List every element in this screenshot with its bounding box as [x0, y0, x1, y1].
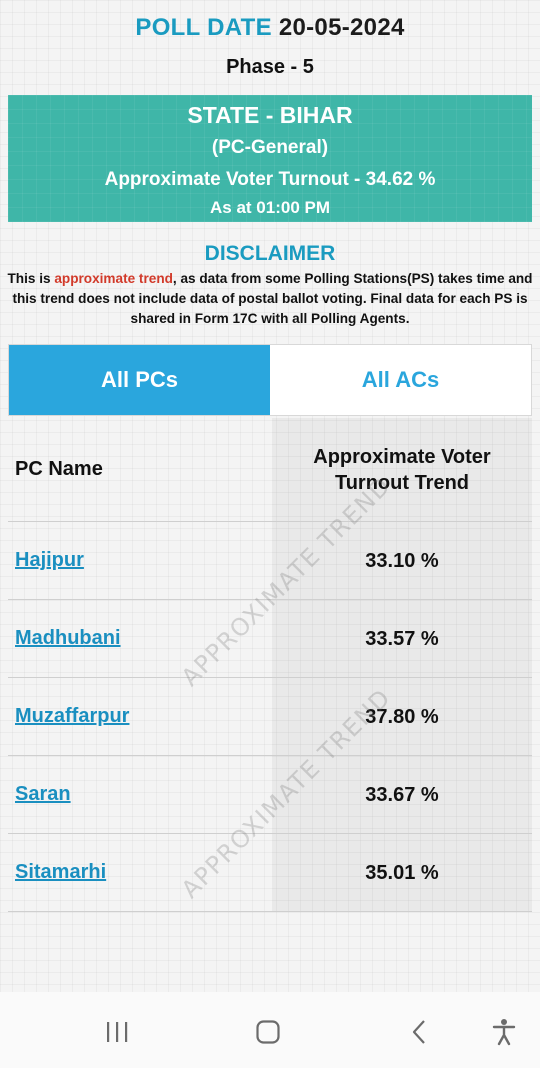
state-title: STATE - BIHAR	[187, 102, 353, 128]
turnout-value: 37.80 %	[272, 678, 532, 755]
disclaimer-title: DISCLAIMER	[204, 242, 336, 265]
header: POLL DATE 20-05-2024 Phase - 5	[0, 14, 540, 79]
table-row: Saran 33.67 %	[8, 756, 532, 834]
poll-date-line: POLL DATE 20-05-2024	[0, 14, 540, 42]
turnout-value: 33.10 %	[272, 522, 532, 599]
table-header-row: PC Name Approximate Voter Turnout Trend	[8, 418, 532, 522]
page: POLL DATE 20-05-2024 Phase - 5 STATE - B…	[0, 0, 540, 1068]
poll-date-value: 20-05-2024	[278, 14, 405, 41]
pc-link-hajipur[interactable]: Hajipur	[15, 549, 84, 572]
tab-bar: All PCs All ACs	[8, 344, 532, 416]
table-row: Hajipur 33.10 %	[8, 522, 532, 600]
turnout-value: 33.57 %	[272, 600, 532, 677]
disclaimer: DISCLAIMER This is approximate trend, as…	[0, 242, 540, 329]
turnout-value: 35.01 %	[272, 834, 532, 911]
disclaimer-text: This is approximate trend, as data from …	[5, 269, 535, 329]
system-navigation-bar	[0, 992, 540, 1068]
table-row: Madhubani 33.57 %	[8, 600, 532, 678]
pc-name-cell: Sitamarhi	[8, 834, 272, 911]
state-subtitle: (PC-General)	[211, 137, 329, 158]
table-row: Sitamarhi 35.01 %	[8, 834, 532, 912]
pc-name-cell: Saran	[8, 756, 272, 833]
pc-link-sitamarhi[interactable]: Sitamarhi	[15, 861, 106, 884]
state-turnout: Approximate Voter Turnout - 34.62 %	[104, 169, 436, 190]
turnout-table: PC Name Approximate Voter Turnout Trend …	[8, 418, 532, 912]
accessibility-icon[interactable]	[484, 1012, 524, 1052]
pc-name-cell: Madhubani	[8, 600, 272, 677]
column-header-pc-name: PC Name	[15, 458, 103, 480]
turnout-value: 33.67 %	[272, 756, 532, 833]
pc-name-cell: Muzaffarpur	[8, 678, 272, 755]
column-header-turnout: Approximate Voter Turnout Trend	[272, 418, 532, 521]
pc-link-saran[interactable]: Saran	[15, 783, 71, 806]
home-icon[interactable]	[248, 1012, 288, 1052]
disclaimer-text-before: This is	[7, 271, 55, 286]
column-header-turnout-text: Approximate Voter Turnout Trend	[313, 445, 491, 494]
recent-apps-icon[interactable]	[97, 1012, 137, 1052]
phase-label: Phase - 5	[226, 56, 314, 78]
tab-all-acs[interactable]: All ACs	[270, 345, 531, 415]
state-summary-box: STATE - BIHAR (PC-General) Approximate V…	[8, 95, 532, 222]
pc-link-madhubani[interactable]: Madhubani	[15, 627, 121, 650]
pc-link-muzaffarpur[interactable]: Muzaffarpur	[15, 705, 129, 728]
poll-date-label: POLL DATE	[135, 14, 272, 41]
disclaimer-highlight: approximate trend	[54, 271, 173, 286]
table-row: Muzaffarpur 37.80 %	[8, 678, 532, 756]
tab-all-pcs[interactable]: All PCs	[9, 345, 270, 415]
back-icon[interactable]	[400, 1012, 440, 1052]
pc-name-cell: Hajipur	[8, 522, 272, 599]
state-time: As at 01:00 PM	[210, 198, 330, 217]
